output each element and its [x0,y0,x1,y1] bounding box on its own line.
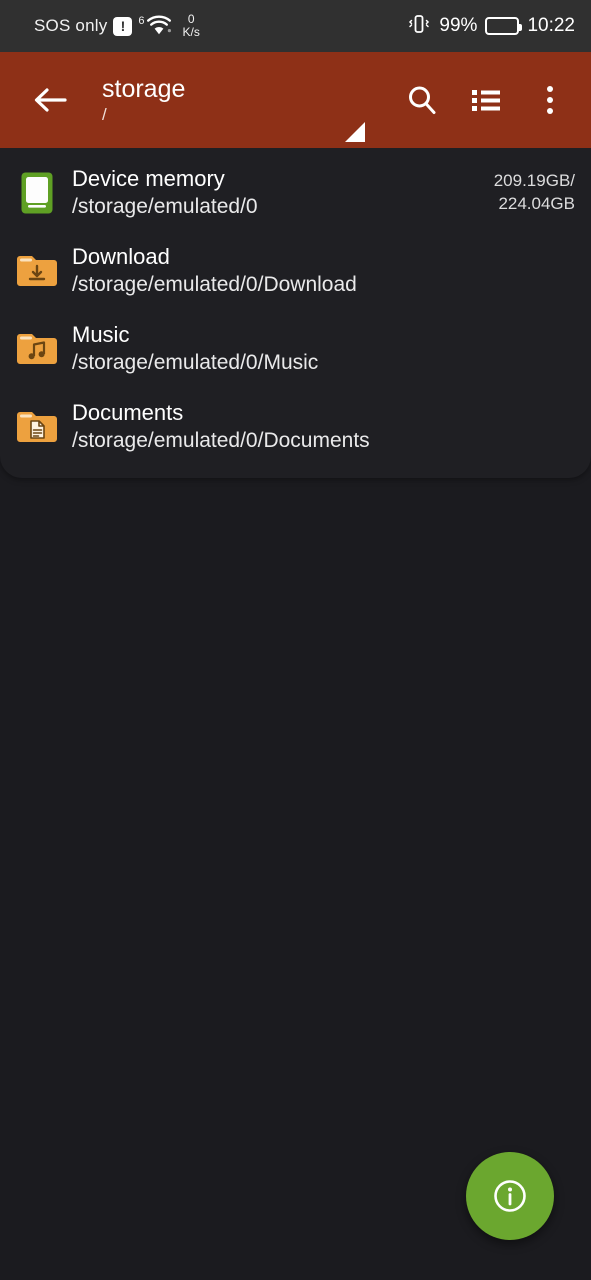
search-button[interactable] [395,73,449,127]
list-item-text: Download /storage/emulated/0/Download [72,243,565,299]
list-item-name: Download [72,243,170,269]
list-item-text: Music /storage/emulated/0/Music [72,321,565,377]
app-bar: storage / [0,52,591,148]
list-item-size-total: 224.04GB [498,193,575,213]
folder-music-icon [14,330,60,368]
arrow-left-icon [34,88,67,112]
battery-icon [485,17,523,35]
list-item-name: Documents [72,399,184,425]
page-title: storage [102,74,186,103]
list-item-path: /storage/emulated/0/Documents [72,428,370,452]
file-list: Device memory /storage/emulated/0 209.19… [0,148,591,478]
list-item[interactable]: Download /storage/emulated/0/Download [0,232,591,310]
back-button[interactable] [24,74,76,126]
search-icon [409,86,436,114]
network-speed: 0 K/s [183,13,200,38]
more-vertical-icon [547,86,553,114]
resize-corner-marker [345,122,365,142]
list-item-size-used: 209.19GB/ [493,171,575,190]
info-fab-button[interactable] [466,1152,554,1240]
path-title-group[interactable]: storage / [102,75,185,126]
folder-download-icon [14,252,60,290]
wifi-icon: 6 [138,15,171,37]
view-mode-button[interactable] [459,73,513,127]
list-item-path: /storage/emulated/0 [72,195,258,219]
network-speed-unit: K/s [182,25,200,39]
list-item-path: /storage/emulated/0/Music [72,350,319,374]
overflow-menu-button[interactable] [523,73,577,127]
list-item[interactable]: Music /storage/emulated/0/Music [0,310,591,388]
vibrate-icon [407,13,431,40]
page-subtitle: / [102,105,107,125]
list-item-name: Device memory [72,166,225,191]
list-item[interactable]: Documents /storage/emulated/0/Documents [0,388,591,466]
dot [547,97,553,103]
clock-label: 10:22 [527,15,575,36]
status-bar-right: 99% 10:22 [407,13,575,40]
dot [547,108,553,114]
list-item-text: Device memory /storage/emulated/0 [72,165,484,221]
dot [547,86,553,92]
status-bar-left: SOS only ! 6 0 K/s [34,13,200,38]
device-memory-icon [14,171,60,215]
carrier-label: SOS only [34,16,108,35]
wifi-generation-label: 6 [138,15,145,27]
status-bar: SOS only ! 6 0 K/s 99% 10:22 [0,0,591,52]
list-item-path: /storage/emulated/0/Download [72,273,357,297]
folder-documents-icon [14,408,60,446]
list-item[interactable]: Device memory /storage/emulated/0 209.19… [0,154,591,232]
alert-icon: ! [113,16,133,36]
info-icon [494,1180,526,1212]
battery-percent-label: 99% [439,15,478,36]
list-item-name: Music [72,321,130,347]
list-view-icon [472,90,500,111]
list-item-size: 209.19GB/ 224.04GB [494,170,575,216]
list-item-text: Documents /storage/emulated/0/Documents [72,399,565,455]
